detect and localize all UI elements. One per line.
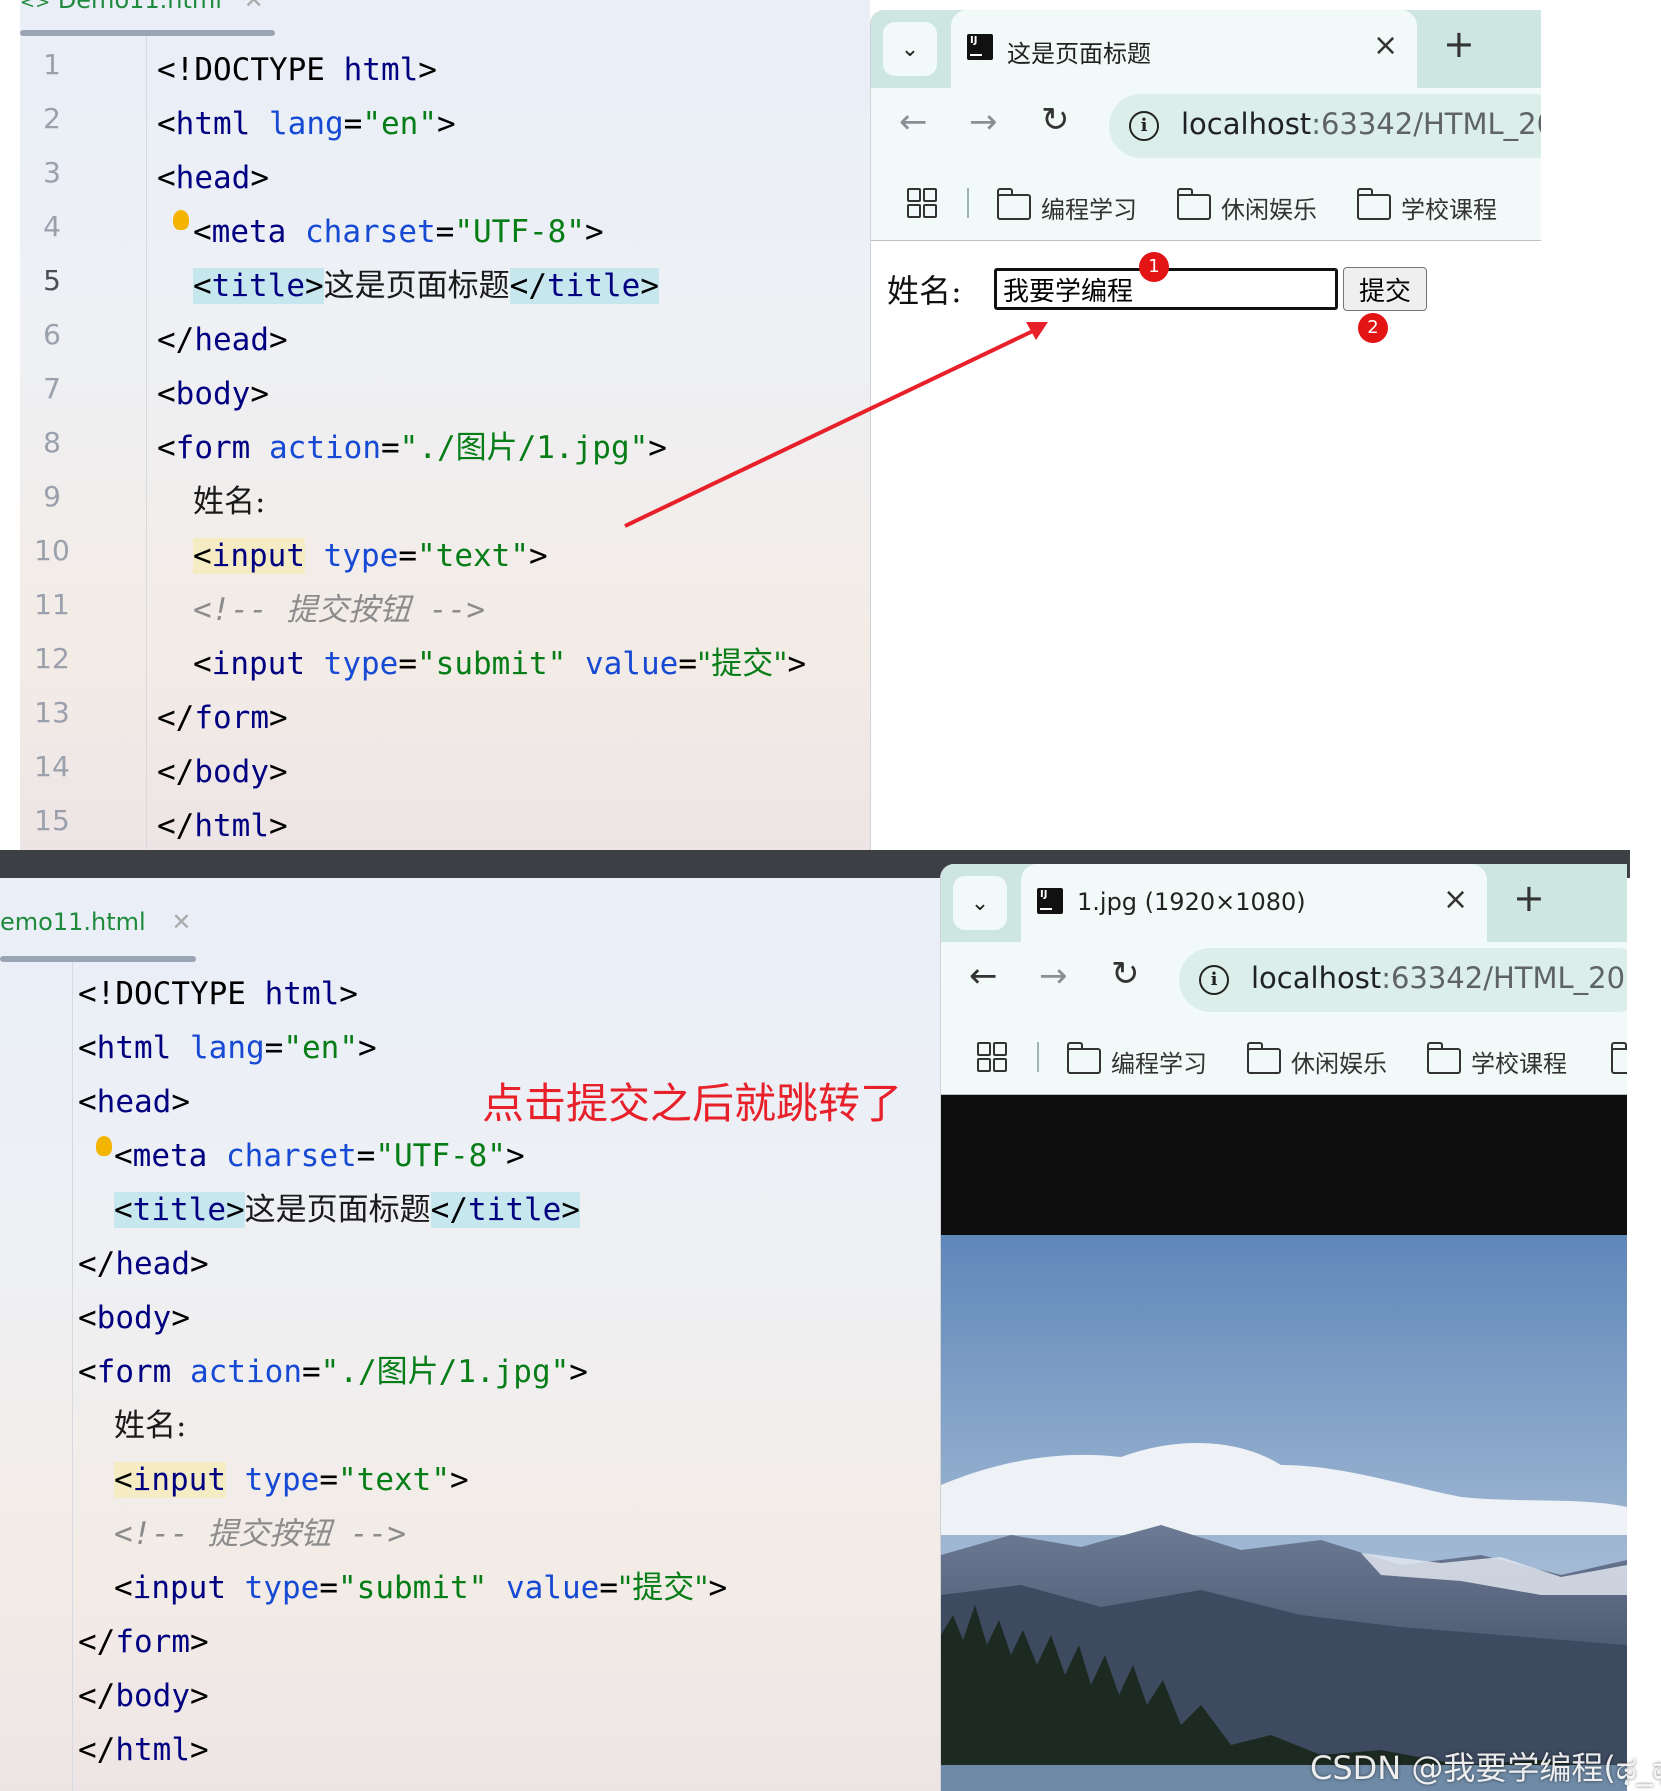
code-line[interactable]: <input type="submit" value="提交"> [114, 1568, 727, 1608]
annotation-arrow [624, 322, 1048, 528]
back-icon[interactable]: ← [969, 956, 998, 996]
arrow-line [624, 328, 1036, 528]
code-line-comment[interactable]: <!-- 提交按钮 --> [114, 1514, 406, 1554]
tab-title: 1.jpg (1920×1080) [1077, 888, 1306, 916]
folder-icon [1610, 1042, 1627, 1074]
watermark: CSDN @我要学编程(ಥ_ಥ) [1310, 1749, 1661, 1787]
code-line[interactable]: <meta charset="UTF-8"> [114, 1136, 525, 1176]
code-line[interactable]: </body> [78, 1676, 209, 1716]
code-line[interactable]: <!DOCTYPE html> [78, 974, 358, 1014]
bookmark-separator [1037, 1042, 1039, 1072]
url-text[interactable]: localhost:63342/HTML_2024 [1251, 961, 1627, 995]
editor-tab[interactable]: emo11.html ✕ [0, 908, 191, 944]
folder-icon [1426, 1042, 1461, 1074]
reload-icon[interactable]: ↻ [1111, 954, 1140, 994]
code-line[interactable]: <form action="./图片/1.jpg"> [78, 1352, 588, 1392]
image-viewer-background [941, 1095, 1627, 1235]
forward-icon[interactable]: → [1039, 956, 1068, 996]
plus-icon[interactable]: + [1513, 876, 1545, 920]
close-icon[interactable]: ✕ [171, 908, 191, 936]
code-line[interactable]: <head> [78, 1082, 190, 1122]
folder-icon [1066, 1042, 1101, 1074]
close-icon[interactable]: × [1443, 882, 1468, 917]
browser-tab[interactable]: 1.jpg (1920×1080) × [1021, 864, 1487, 942]
code-line[interactable]: <input type="text"> [114, 1460, 469, 1500]
code-line[interactable]: <body> [78, 1298, 190, 1338]
code-line[interactable]: </html> [78, 1730, 209, 1770]
apps-icon[interactable] [977, 1042, 1007, 1072]
landscape-image [941, 1235, 1627, 1791]
gutter-border [72, 962, 73, 1791]
code-line[interactable]: </head> [78, 1244, 209, 1284]
code-line[interactable]: </form> [78, 1622, 209, 1662]
favicon-icon [1037, 888, 1063, 914]
editor-tab-filename: emo11.html [0, 908, 146, 936]
info-icon[interactable]: i [1199, 965, 1229, 995]
code-line[interactable]: 姓名: [114, 1406, 186, 1446]
browser-toolbar: ← → ↻ i localhost:63342/HTML_2024 [941, 942, 1627, 1018]
bulb-icon[interactable] [96, 1136, 112, 1156]
bookmark-item[interactable]: 休闲娱乐 [1291, 1044, 1387, 1079]
address-bar[interactable]: i localhost:63342/HTML_2024 [1179, 948, 1627, 1012]
code-line[interactable]: <html lang="en"> [78, 1028, 377, 1068]
bookmark-item[interactable]: 学校课程 [1471, 1044, 1567, 1079]
bookmarks-bar: 编程学习 休闲娱乐 学校课程 [941, 1018, 1627, 1095]
editor-tab-underline [0, 956, 196, 962]
bookmark-item[interactable]: 编程学习 [1111, 1044, 1207, 1079]
bottom-code-editor: emo11.html ✕ <!DOCTYPE html> <html lang=… [0, 878, 940, 1791]
code-line[interactable]: <title>这是页面标题</title> [114, 1190, 580, 1230]
annotation-text: 点击提交之后就跳转了 [482, 1079, 903, 1128]
folder-icon [1246, 1042, 1281, 1074]
bottom-browser-window: ⌄ 1.jpg (1920×1080) × + ← → ↻ i localhos… [940, 864, 1627, 1791]
chevron-down-icon[interactable]: ⌄ [953, 876, 1007, 930]
